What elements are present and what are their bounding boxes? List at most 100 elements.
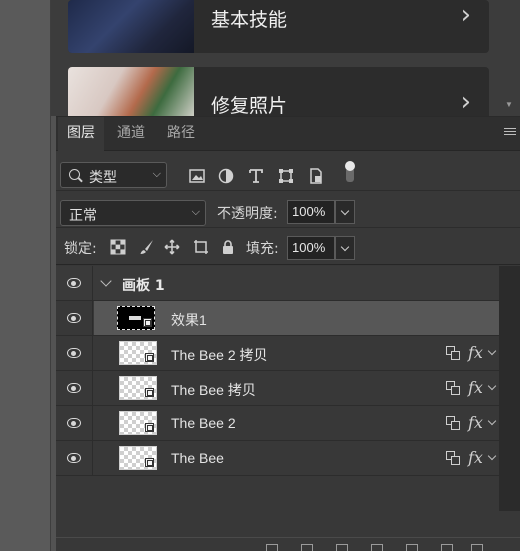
visibility-toggle[interactable] [56, 371, 93, 405]
fill-input[interactable]: 100% [287, 236, 335, 260]
layer-row[interactable]: 效果1 [56, 301, 499, 336]
visibility-toggle[interactable] [56, 441, 93, 475]
layer-row-artboard[interactable]: 画板 1 [56, 266, 499, 301]
lock-position-icon[interactable] [164, 239, 180, 255]
delete-layer-icon[interactable] [471, 544, 483, 551]
chevron-down-icon[interactable] [487, 346, 497, 356]
add-mask-icon[interactable] [336, 544, 348, 551]
chevron-down-icon: ⌵ [152, 167, 161, 180]
visibility-toggle[interactable] [56, 406, 93, 440]
lock-image-pixels-icon[interactable] [139, 239, 155, 255]
chevron-right-icon: › [460, 0, 471, 30]
learn-card-thumbnail [68, 0, 194, 53]
layer-thumbnail [119, 446, 157, 470]
visibility-toggle[interactable] [56, 336, 93, 370]
blend-mode-value: 正常 [69, 208, 97, 224]
panel-menu-icon[interactable] [504, 126, 516, 138]
fx-icon[interactable]: fx [468, 413, 483, 432]
layer-thumbnail [119, 411, 157, 435]
new-group-icon[interactable] [406, 544, 418, 551]
smart-object-badge-icon [143, 318, 152, 327]
tab-layers[interactable]: 图层 [58, 117, 104, 151]
learn-panel: 基本技能 › 修复照片 › ▼ [51, 0, 520, 127]
layer-thumbnail [119, 341, 157, 365]
add-style-icon[interactable] [301, 544, 313, 551]
learn-scrollbar[interactable]: ▼ [499, 0, 520, 116]
chevron-down-icon: ⌵ [191, 205, 200, 218]
link-layers-icon[interactable] [266, 544, 278, 551]
layers-panel: 图层 通道 路径 类型 ⌵ 正常 ⌵ 不透明度: 100% 锁定: 填充: 10… [56, 116, 520, 551]
adjustment-filter-icon[interactable] [216, 166, 236, 186]
learn-card-basic-skills[interactable]: 基本技能 › [68, 0, 489, 53]
layer-thumbnail [119, 376, 157, 400]
layer-name: The Bee 2 拷贝 [171, 347, 268, 363]
search-icon [69, 169, 80, 180]
tool-strip [0, 0, 51, 551]
lock-transparent-pixels-icon[interactable] [110, 239, 126, 255]
smart-object-badge-icon [145, 388, 154, 397]
smart-object-badge-icon [145, 423, 154, 432]
linked-layer-icon [446, 451, 460, 465]
layer-name: The Bee 拷贝 [171, 382, 256, 398]
layer-row[interactable]: The Bee 2 fx [56, 406, 499, 441]
layer-filter-row: 类型 ⌵ [56, 151, 520, 191]
opacity-input[interactable]: 100% [287, 200, 335, 224]
opacity-dropdown-button[interactable] [335, 200, 355, 224]
lock-all-icon[interactable] [220, 239, 236, 255]
fx-icon[interactable]: fx [468, 343, 483, 362]
layer-content: The Bee 2 拷贝 fx [94, 336, 499, 370]
eye-icon [67, 313, 81, 323]
layer-content: The Bee 2 fx [94, 406, 499, 440]
visibility-toggle[interactable] [56, 266, 93, 300]
fill-label: 填充: [246, 241, 279, 257]
type-filter-icon[interactable] [246, 166, 266, 186]
layer-content: The Bee 拷贝 fx [94, 371, 499, 405]
layer-list-scrollbar[interactable] [499, 266, 520, 511]
fx-icon[interactable]: fx [468, 378, 483, 397]
linked-layer-icon [446, 381, 460, 395]
layer-row[interactable]: The Bee 2 拷贝 fx [56, 336, 499, 371]
visibility-toggle[interactable] [56, 301, 93, 335]
eye-icon [67, 383, 81, 393]
layer-content: 画板 1 [94, 266, 499, 300]
tab-paths[interactable]: 路径 [158, 117, 204, 151]
filter-kind-value: 类型 [89, 170, 117, 186]
opacity-label: 不透明度: [217, 206, 278, 222]
chevron-down-icon[interactable] [487, 451, 497, 461]
tab-channels[interactable]: 通道 [108, 117, 154, 151]
fx-icon[interactable]: fx [468, 448, 483, 467]
layer-name: The Bee [171, 450, 224, 466]
shape-filter-icon[interactable] [276, 166, 296, 186]
blend-row: 正常 ⌵ 不透明度: 100% [56, 192, 520, 228]
eye-icon [67, 348, 81, 358]
layer-list: 画板 1 效果1 The Bee 2 拷贝 fx The Bee 拷贝 fx T… [56, 266, 520, 511]
filter-kind-dropdown[interactable]: 类型 ⌵ [60, 162, 167, 188]
chevron-down-icon[interactable] [487, 416, 497, 426]
scroll-down-icon[interactable]: ▼ [505, 100, 513, 109]
lock-label: 锁定: [64, 241, 97, 257]
lock-artboard-icon[interactable] [193, 239, 209, 255]
new-layer-icon[interactable] [441, 544, 453, 551]
eye-icon [67, 418, 81, 428]
fill-dropdown-button[interactable] [335, 236, 355, 260]
smart-object-filter-icon[interactable] [306, 166, 326, 186]
eye-icon [67, 278, 81, 288]
smart-object-badge-icon [145, 458, 154, 467]
image-filter-icon[interactable] [187, 166, 207, 186]
filter-toggle-icon[interactable] [344, 161, 356, 183]
new-fill-layer-icon[interactable] [371, 544, 383, 551]
artboard-name: 画板 1 [122, 278, 165, 294]
layers-bottom-toolbar [56, 537, 520, 551]
layer-name: 效果1 [171, 312, 207, 328]
chevron-down-icon[interactable] [487, 381, 497, 391]
layer-row[interactable]: The Bee fx [56, 441, 499, 476]
linked-layer-icon [446, 346, 460, 360]
smart-object-badge-icon [145, 353, 154, 362]
chevron-down-icon[interactable] [100, 275, 112, 287]
blend-mode-dropdown[interactable]: 正常 ⌵ [60, 200, 206, 226]
lock-row: 锁定: 填充: 100% [56, 229, 520, 265]
layer-thumbnail [116, 305, 156, 331]
eye-icon [67, 453, 81, 463]
layer-row[interactable]: The Bee 拷贝 fx [56, 371, 499, 406]
layer-content: The Bee fx [94, 441, 499, 475]
